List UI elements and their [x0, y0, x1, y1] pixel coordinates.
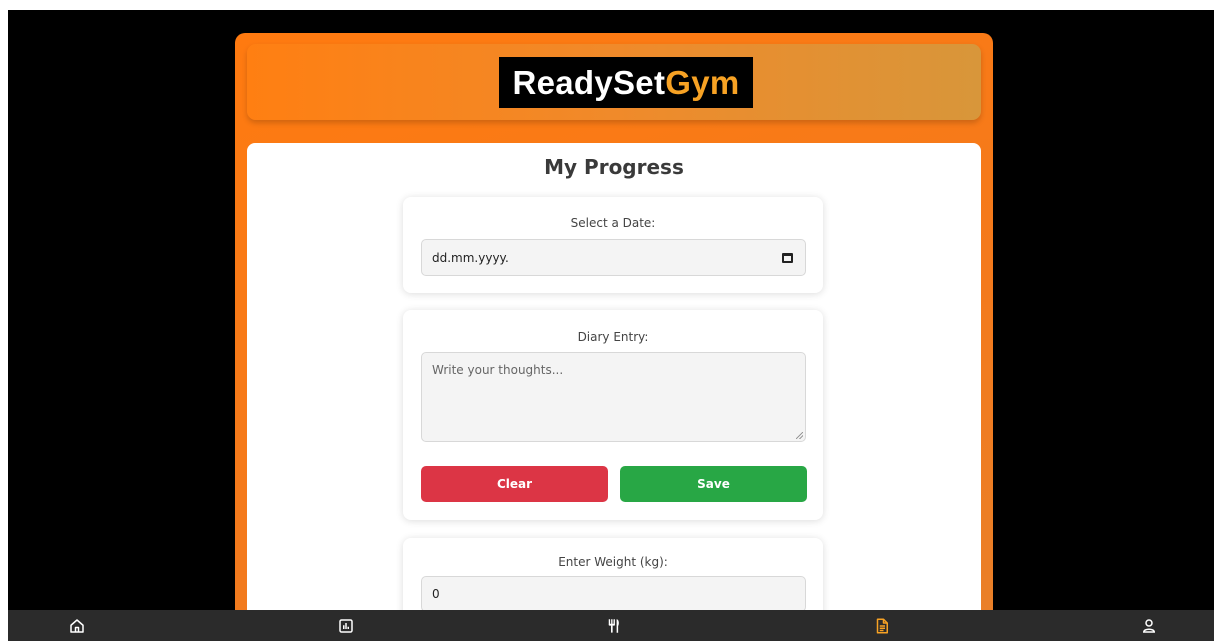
home-icon [70, 618, 84, 633]
logo: ReadySet Gym [499, 57, 753, 108]
diary-section: Diary Entry: Write your thoughts... Clea… [403, 310, 823, 520]
nav-home[interactable] [57, 610, 97, 641]
nav-profile[interactable] [1129, 610, 1169, 641]
page-title: My Progress [544, 155, 684, 179]
date-section: Select a Date: dd.mm.yyyy. [403, 197, 823, 293]
date-label: Select a Date: [570, 216, 656, 230]
calendar-icon[interactable] [782, 253, 793, 263]
save-button[interactable]: Save [620, 466, 807, 502]
app-screen: ReadySet Gym My Progress Select a Date: d… [8, 10, 1214, 641]
clear-button[interactable]: Clear [421, 466, 608, 502]
logo-text-accent: Gym [665, 63, 740, 101]
nav-progress[interactable] [862, 610, 902, 641]
date-input[interactable]: dd.mm.yyyy. [421, 239, 806, 276]
bottom-nav [8, 610, 1214, 641]
weight-input[interactable]: 0 [421, 576, 806, 612]
logo-text-primary: ReadySet [512, 63, 666, 101]
nav-nutrition[interactable] [594, 610, 634, 641]
content-panel: My Progress Select a Date: dd.mm.yyyy. D… [247, 143, 981, 641]
header-bar: ReadySet Gym [247, 44, 981, 120]
date-input-value: dd.mm.yyyy. [432, 250, 509, 265]
weight-input-value: 0 [432, 587, 440, 601]
app-card: ReadySet Gym My Progress Select a Date: d… [235, 33, 993, 641]
document-icon [876, 618, 888, 633]
fork-knife-icon [608, 618, 619, 633]
nav-stats[interactable] [326, 610, 366, 641]
resize-grip-icon[interactable] [796, 432, 803, 439]
chart-icon [339, 618, 353, 633]
diary-textarea[interactable]: Write your thoughts... [421, 352, 806, 442]
diary-placeholder: Write your thoughts... [432, 363, 564, 377]
user-icon [1142, 618, 1156, 633]
weight-label: Enter Weight (kg): [558, 555, 668, 569]
diary-label: Diary Entry: [577, 330, 649, 344]
